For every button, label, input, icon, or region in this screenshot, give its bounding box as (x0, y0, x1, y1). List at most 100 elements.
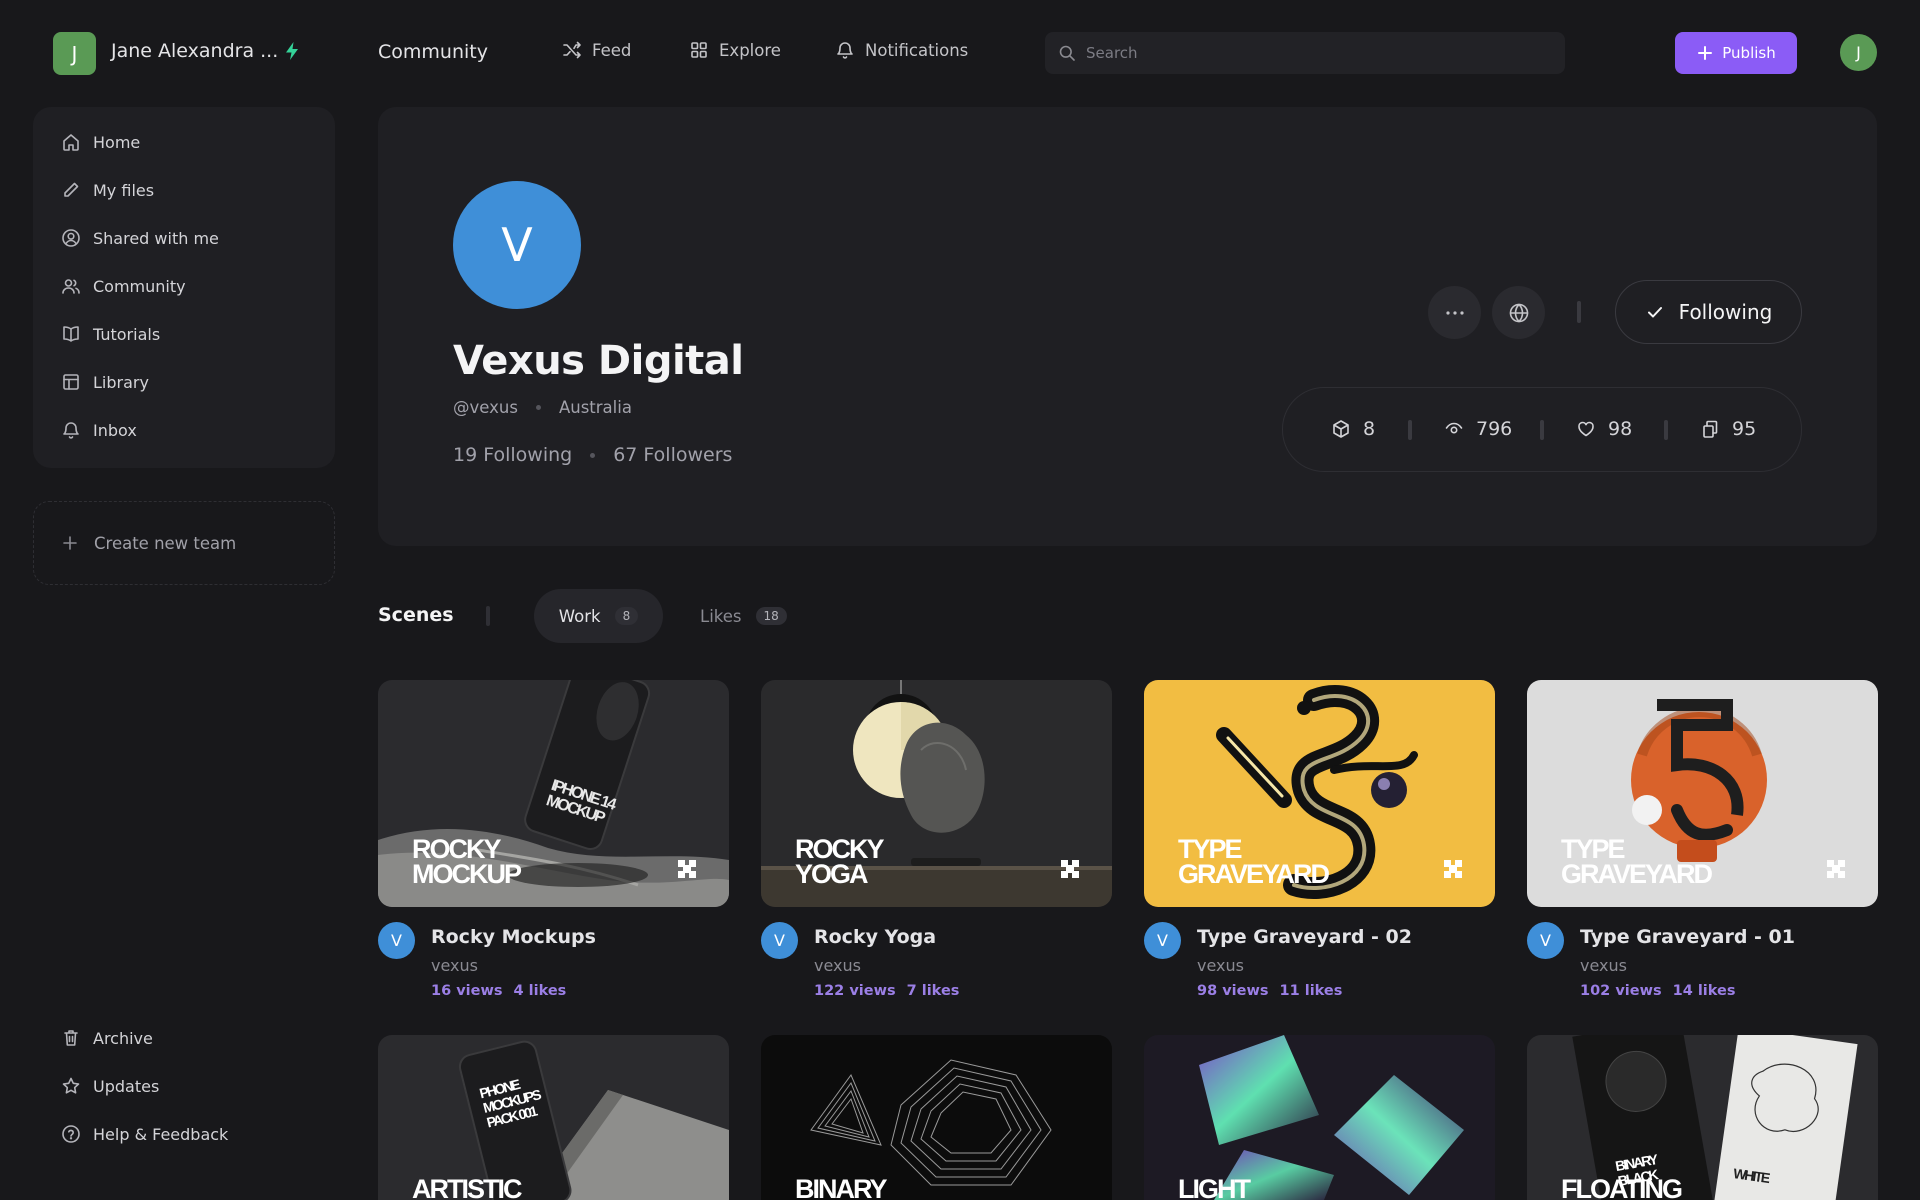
nav-notifications[interactable]: Notifications (835, 40, 968, 60)
sidebar-item-home[interactable]: Home (61, 132, 140, 152)
create-team-label: Create new team (94, 533, 237, 553)
scene-title[interactable]: Rocky Yoga (814, 926, 936, 948)
nav-feed[interactable]: Feed (562, 40, 631, 60)
sidebar-item-tutorials[interactable]: Tutorials (61, 324, 160, 344)
more-options-button[interactable] (1428, 286, 1481, 339)
scene-thumbnail[interactable]: TYPE GRAVEYARD (1527, 680, 1878, 907)
library-icon (63, 374, 79, 390)
scene-stats: 122 views 7 likes (814, 983, 959, 999)
search-bar[interactable] (1045, 32, 1565, 74)
tab-label: Likes (700, 606, 742, 626)
more-horizontal-icon (1445, 310, 1464, 315)
author-avatar[interactable]: V (1527, 922, 1564, 959)
divider (1540, 420, 1544, 440)
stat-value: 98 (1608, 418, 1633, 440)
scene-author[interactable]: vexus (814, 956, 861, 975)
author-avatar[interactable]: V (378, 922, 415, 959)
search-input[interactable] (1086, 44, 1526, 62)
sidebar-item-label: Library (93, 372, 149, 392)
nav-explore[interactable]: Explore (689, 40, 781, 60)
sidebar-item-inbox[interactable]: Inbox (61, 420, 137, 440)
sidebar-item-label: Shared with me (93, 228, 219, 248)
profile-stats: 8 796 98 95 (1282, 387, 1802, 472)
separator-dot (535, 405, 541, 410)
sidebar-item-updates[interactable]: Updates (61, 1076, 159, 1096)
nav-feed-label: Feed (592, 40, 632, 60)
scene-likes: 14 likes (1672, 983, 1736, 999)
sidebar-item-community[interactable]: Community (61, 276, 186, 296)
author-avatar[interactable]: V (1144, 922, 1181, 959)
create-team-button[interactable]: Create new team (33, 501, 335, 585)
star-icon (62, 1077, 80, 1094)
followers-count[interactable]: 67 Followers (613, 444, 732, 466)
scene-thumbnail[interactable]: IPHONE 14 MOCKUP ROCKY MOCKUP (378, 680, 729, 907)
sidebar-item-label: Inbox (93, 420, 137, 440)
scene-thumbnail[interactable]: TYPE GRAVEYARD (1144, 680, 1495, 907)
scene-thumbnail[interactable]: BINARY (761, 1035, 1112, 1200)
check-icon (1647, 307, 1662, 318)
cube-icon (1333, 420, 1349, 438)
help-circle-icon (62, 1125, 80, 1143)
scenes-title: Scenes (378, 604, 454, 626)
tab-label: Work (558, 606, 601, 626)
scene-title[interactable]: Rocky Mockups (431, 926, 596, 948)
scene-stats: 16 views 4 likes (431, 983, 566, 999)
workspace-name[interactable]: Jane Alexandra ... (111, 40, 278, 62)
thumbnail-title-text: ARTISTIC (412, 1174, 522, 1200)
sidebar-item-library[interactable]: Library (61, 372, 149, 392)
pencil-icon (64, 182, 79, 197)
bolt-icon (283, 41, 301, 61)
scene-thumbnail[interactable]: ROCKY YOGA (761, 680, 1112, 907)
plus-icon (1698, 46, 1713, 60)
publish-label: Publish (1722, 44, 1776, 62)
copy-icon (1703, 420, 1718, 438)
sidebar-item-label: Help & Feedback (93, 1124, 229, 1144)
stat-value: 796 (1476, 418, 1513, 440)
tab-likes[interactable]: Likes 18 (700, 589, 787, 643)
sidebar-item-label: Updates (93, 1076, 160, 1096)
profile-location: Australia (558, 398, 632, 417)
scene-stats: 98 views 11 likes (1197, 983, 1342, 999)
scene-thumbnail[interactable]: PHONE MOCKUPS PACK 001 ARTISTIC (378, 1035, 729, 1200)
scene-thumbnail[interactable]: LIGHT (1144, 1035, 1495, 1200)
home-icon (63, 134, 79, 151)
scene-stats: 102 views 14 likes (1580, 983, 1736, 999)
workspace-avatar[interactable]: J (53, 32, 96, 75)
scene-thumbnail[interactable]: BINARY BLACK WHITE FLOATING (1527, 1035, 1878, 1200)
sidebar-item-archive[interactable]: Archive (61, 1028, 153, 1048)
tab-count-badge: 8 (614, 607, 639, 625)
scene-title[interactable]: Type Graveyard - 01 (1580, 926, 1795, 948)
stat-remixes: 95 (1700, 418, 1756, 440)
profile-name: Vexus Digital (453, 338, 744, 384)
scene-likes: 4 likes (513, 983, 567, 999)
profile-follow-counts: 19 Following 67 Followers (453, 444, 732, 466)
scene-author[interactable]: vexus (1580, 956, 1627, 975)
following-count[interactable]: 19 Following (453, 444, 572, 466)
scene-author[interactable]: vexus (431, 956, 478, 975)
divider (1408, 420, 1412, 440)
profile-avatar: V (453, 181, 581, 309)
following-button[interactable]: Following (1615, 280, 1802, 344)
scene-views: 16 views (431, 983, 503, 999)
sidebar-item-shared[interactable]: Shared with me (61, 228, 219, 248)
search-icon (1059, 45, 1075, 61)
author-avatar[interactable]: V (761, 922, 798, 959)
scene-likes: 11 likes (1279, 983, 1343, 999)
thumbnail-title-text: FLOATING (1561, 1174, 1682, 1200)
sidebar-item-label: Community (93, 276, 186, 296)
sidebar-item-my-files[interactable]: My files (61, 180, 154, 200)
scene-author[interactable]: vexus (1197, 956, 1244, 975)
sidebar-item-help[interactable]: Help & Feedback (61, 1124, 228, 1144)
page-title: Community (378, 41, 488, 63)
website-button[interactable] (1492, 286, 1545, 339)
thumbnail-title-text: YOGA (795, 859, 868, 889)
tab-work[interactable]: Work 8 (534, 589, 663, 643)
user-circle-icon (62, 229, 80, 247)
profile-meta: @vexus Australia (453, 398, 632, 417)
user-avatar[interactable]: J (1840, 34, 1877, 71)
nav-explore-label: Explore (719, 40, 781, 60)
scene-title[interactable]: Type Graveyard - 02 (1197, 926, 1412, 948)
publish-button[interactable]: Publish (1675, 32, 1797, 74)
scene-views: 102 views (1580, 983, 1662, 999)
nav-notifications-label: Notifications (865, 40, 969, 60)
